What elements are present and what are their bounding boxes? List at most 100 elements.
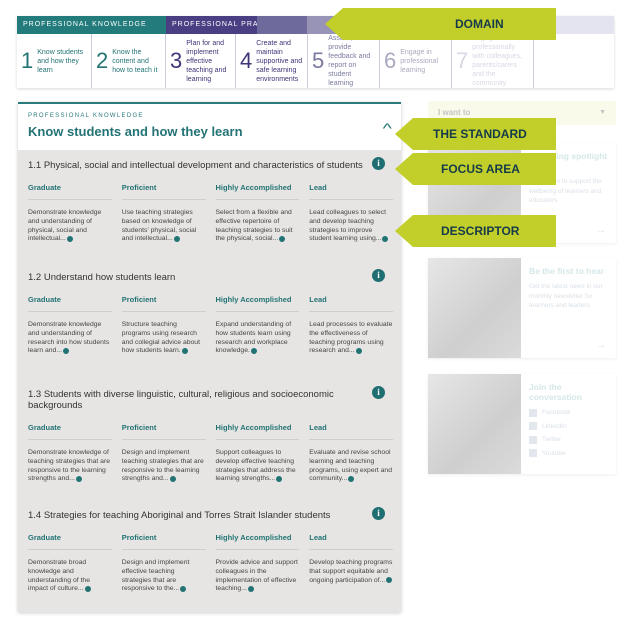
career-stage-label: Highly Accomplished bbox=[215, 295, 300, 312]
expand-icon[interactable] bbox=[276, 475, 283, 482]
career-stage-label: Lead bbox=[309, 533, 393, 550]
focus-area: 1.2 Understand how students learn i Gradua… bbox=[28, 269, 393, 356]
expand-icon[interactable] bbox=[63, 347, 70, 354]
sidebar-card-social: Join the conversation Facebook LinkedIn Twi… bbox=[428, 374, 616, 474]
social-label: LinkedIn bbox=[542, 422, 567, 430]
descriptor[interactable]: Design and implement teaching strategies… bbox=[122, 449, 206, 484]
info-icon[interactable]: i bbox=[372, 386, 385, 399]
career-stage-column: Highly Accomplished Provide advice and su… bbox=[215, 533, 300, 594]
social-link-twitter[interactable]: Twitter bbox=[529, 435, 608, 445]
descriptor-text: Demonstrate knowledge of teaching strate… bbox=[28, 449, 110, 483]
descriptor[interactable]: Develop teaching programs that support e… bbox=[309, 559, 393, 585]
descriptor[interactable]: Demonstrate broad knowledge and understa… bbox=[28, 559, 112, 594]
expand-icon[interactable] bbox=[386, 576, 393, 583]
focus-area-title: 1.1 Physical, social and intellectual de… bbox=[28, 160, 363, 171]
social-link-youtube[interactable]: Youtube bbox=[529, 449, 608, 459]
career-stage-column: Graduate Demonstrate knowledge of teachin… bbox=[28, 423, 112, 484]
social-label: Youtube bbox=[542, 449, 566, 457]
info-icon[interactable]: i bbox=[372, 157, 385, 170]
info-icon[interactable]: i bbox=[372, 269, 385, 282]
expand-icon[interactable] bbox=[173, 235, 180, 242]
descriptor[interactable]: Provide advice and support colleagues in… bbox=[216, 559, 300, 594]
career-stage-label: Highly Accomplished bbox=[215, 183, 300, 200]
domain-professional-knowledge[interactable]: PROFESSIONAL KNOWLEDGE bbox=[17, 16, 166, 34]
expand-icon[interactable] bbox=[169, 475, 176, 482]
facebook-icon bbox=[529, 408, 537, 417]
youtube-icon bbox=[529, 449, 537, 458]
career-stage-column: Lead Lead colleagues to select and develo… bbox=[309, 183, 393, 244]
descriptor[interactable]: Expand understanding of how students lea… bbox=[216, 321, 300, 356]
expand-icon[interactable] bbox=[355, 347, 362, 354]
descriptor-text: Demonstrate broad knowledge and understa… bbox=[28, 559, 90, 593]
descriptor[interactable]: Select from a flexible and effective rep… bbox=[216, 209, 300, 244]
standard-tab-3[interactable]: 3 Plan for and implement effective teachi… bbox=[166, 34, 236, 88]
career-stage-column: Lead Develop teaching programs that suppo… bbox=[309, 533, 393, 594]
career-stage-label: Proficient bbox=[121, 423, 206, 440]
career-stage-column: Graduate Demonstrate knowledge and unders… bbox=[28, 295, 112, 356]
standard-tab-7[interactable]: 7Engage professionally with colleagues, … bbox=[452, 34, 534, 88]
expand-icon[interactable] bbox=[180, 585, 187, 592]
standard-tab-2[interactable]: 2 Know the content and how to teach it bbox=[92, 34, 166, 88]
social-label: Facebook bbox=[542, 409, 571, 416]
focus-area: 1.3 Students with diverse linguistic, cu… bbox=[28, 386, 393, 484]
linkedin-icon bbox=[529, 422, 537, 431]
standard-name: Plan for and implement effective teachin… bbox=[186, 39, 227, 83]
career-stage-label: Lead bbox=[309, 423, 393, 440]
expand-icon[interactable] bbox=[250, 347, 257, 354]
standard-tab-6[interactable]: 6 Engage in professional learning bbox=[380, 34, 452, 88]
card-image bbox=[428, 258, 521, 358]
descriptor[interactable]: Demonstrate knowledge of teaching strate… bbox=[28, 449, 112, 484]
standard-tab-4[interactable]: 4 Create and maintain supportive and safe… bbox=[236, 34, 308, 88]
descriptor[interactable]: Support colleagues to develop effective … bbox=[216, 449, 300, 484]
standard-name: Create and maintain supportive and safe … bbox=[256, 39, 303, 83]
expand-icon[interactable] bbox=[348, 475, 355, 482]
expand-icon[interactable] bbox=[66, 235, 73, 242]
expand-icon[interactable] bbox=[247, 585, 254, 592]
sidebar-card-newsletter[interactable]: Be the first to hear Get the latest news … bbox=[428, 258, 616, 358]
dropdown-label: I want to bbox=[438, 108, 471, 117]
standard-header[interactable]: PROFESSIONAL KNOWLEDGE Know students and… bbox=[18, 102, 401, 150]
descriptor[interactable]: Design and implement effective teaching … bbox=[122, 559, 206, 594]
chevron-up-icon[interactable]: ^ bbox=[383, 120, 392, 136]
career-stage-column: Highly Accomplished Select from a flexibl… bbox=[215, 183, 300, 244]
focus-area-title: 1.3 Students with diverse linguistic, cu… bbox=[28, 389, 334, 411]
caret-down-icon: ▼ bbox=[599, 109, 606, 116]
descriptor[interactable]: Lead colleagues to select and develop te… bbox=[309, 209, 393, 244]
career-stage-label: Graduate bbox=[28, 533, 112, 550]
career-stage-column: Lead Evaluate and revise school learning … bbox=[309, 423, 393, 484]
descriptor[interactable]: Structure teaching programs using resear… bbox=[122, 321, 206, 356]
career-stage-column: Graduate Demonstrate knowledge and unders… bbox=[28, 183, 112, 244]
descriptor-text: Support colleagues to develop effective … bbox=[215, 449, 296, 483]
standard-tab-1[interactable]: 1 Know students and how they learn bbox=[17, 34, 92, 88]
career-stage-label: Graduate bbox=[28, 423, 112, 440]
expand-icon[interactable] bbox=[181, 347, 188, 354]
expand-icon[interactable] bbox=[382, 235, 389, 242]
social-link-linkedin[interactable]: LinkedIn bbox=[529, 422, 608, 432]
career-stage-label: Highly Accomplished bbox=[215, 533, 300, 550]
domain-professional-practice[interactable]: PROFESSIONAL PRACTICE bbox=[166, 16, 284, 34]
social-link-facebook[interactable]: Facebook bbox=[529, 408, 608, 418]
descriptor[interactable]: Demonstrate knowledge and understanding … bbox=[28, 209, 112, 244]
descriptor[interactable]: Evaluate and revise school learning and … bbox=[309, 449, 393, 484]
descriptor[interactable]: Lead processes to evaluate the effective… bbox=[309, 321, 393, 356]
career-stage-column: Lead Lead processes to evaluate the effec… bbox=[309, 295, 393, 356]
card-image bbox=[428, 374, 521, 474]
career-stage-column: Proficient Design and implement teaching … bbox=[121, 423, 206, 484]
career-stage-label: Graduate bbox=[28, 183, 112, 200]
standard-tab-5[interactable]: 5 Assess, provide feedback and report on … bbox=[308, 34, 380, 88]
expand-icon[interactable] bbox=[75, 475, 82, 482]
expand-icon[interactable] bbox=[279, 235, 286, 242]
standard-name: Know students and how they learn bbox=[37, 48, 84, 74]
expand-icon[interactable] bbox=[84, 585, 91, 592]
card-title: Be the first to hear bbox=[529, 266, 605, 276]
arrow-right-icon[interactable]: → bbox=[596, 340, 606, 351]
callout-domain: DOMAIN bbox=[325, 8, 556, 40]
descriptor[interactable]: Demonstrate knowledge and understanding … bbox=[28, 321, 112, 356]
descriptor[interactable]: Use teaching strategies based on knowled… bbox=[122, 209, 206, 244]
arrow-right-icon[interactable]: → bbox=[596, 225, 606, 236]
social-label: Twitter bbox=[542, 436, 562, 443]
descriptor-text: Design and implement teaching strategies… bbox=[121, 449, 204, 483]
career-stage-column: Proficient Use teaching strategies based … bbox=[121, 183, 206, 244]
standard-number: 7 bbox=[456, 48, 469, 73]
info-icon[interactable]: i bbox=[372, 507, 385, 520]
